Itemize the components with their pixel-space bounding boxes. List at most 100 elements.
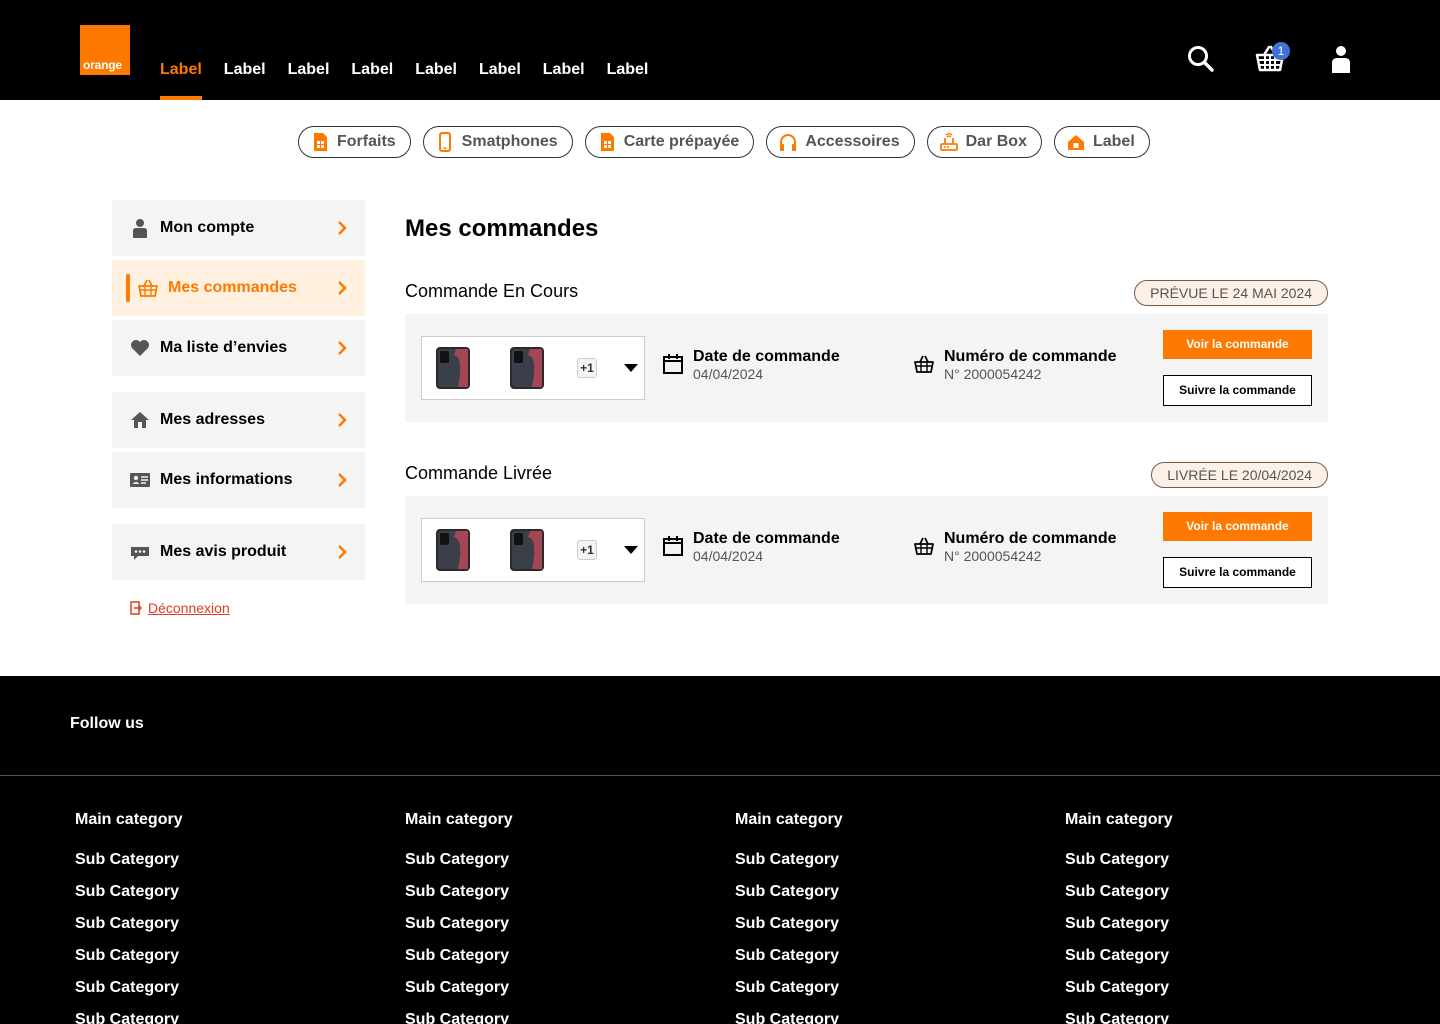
category-pill-forfaits[interactable]: Forfaits	[298, 126, 411, 158]
footer-main-category: Main category	[405, 811, 513, 828]
footer-sub-category-link[interactable]: Sub Category	[735, 1011, 843, 1024]
sidebar-item-mes-informations[interactable]: Mes informations	[112, 452, 365, 508]
user-icon[interactable]	[1326, 44, 1356, 74]
phone-image	[436, 529, 470, 571]
sidebar-item-mes-commandes[interactable]: Mes commandes	[112, 260, 365, 316]
footer-sub-category-link[interactable]: Sub Category	[405, 947, 513, 979]
category-pill-label[interactable]: Label	[1053, 126, 1150, 158]
category-pill-darbox[interactable]: Dar Box	[926, 126, 1042, 158]
sidebar-item-label: Ma liste d’envies	[160, 339, 288, 356]
footer-sub-category-link[interactable]: Sub Category	[1065, 947, 1173, 979]
logout-link[interactable]: Déconnexion	[130, 600, 230, 616]
footer-sub-category-link[interactable]: Sub Category	[1065, 1011, 1173, 1024]
footer-sub-category-link[interactable]: Sub Category	[735, 979, 843, 1011]
footer-main-category: Main category	[1065, 811, 1173, 828]
id-card-icon	[130, 473, 150, 487]
nav-item-2[interactable]: Label	[224, 0, 266, 100]
nav-item-5[interactable]: Label	[415, 0, 457, 100]
order-title: Commande En Cours	[405, 281, 579, 301]
logout-icon	[130, 601, 142, 615]
order-card: +1 Date de commande 04/04/2024 Numéro de…	[405, 314, 1328, 422]
nav-item-3[interactable]: Label	[288, 0, 330, 100]
nav-item-8[interactable]: Label	[607, 0, 649, 100]
caret-down-icon[interactable]	[624, 363, 638, 373]
order-status-badge: LIVRÉE LE 20/04/2024	[1151, 462, 1328, 488]
track-order-button[interactable]: Suivre la commande	[1163, 557, 1312, 588]
footer-sub-category-link[interactable]: Sub Category	[405, 1011, 513, 1024]
footer-sub-category-link[interactable]: Sub Category	[1065, 851, 1173, 883]
home-icon	[1067, 135, 1084, 150]
footer-sub-category-link[interactable]: Sub Category	[1065, 883, 1173, 915]
sim-card-icon	[314, 133, 327, 151]
footer-sub-category-link[interactable]: Sub Category	[735, 947, 843, 979]
sidebar-item-label: Mes commandes	[168, 279, 297, 296]
user-icon	[133, 219, 147, 238]
category-pill-label: Accessoires	[805, 133, 900, 150]
category-pill-smartphones[interactable]: Smatphones	[422, 126, 573, 158]
category-pill-accessories[interactable]: Accessoires	[766, 126, 915, 158]
footer-column: Main category Sub Category Sub Category …	[735, 811, 843, 1024]
nav-item-1[interactable]: Label	[160, 0, 202, 100]
nav-item-4[interactable]: Label	[351, 0, 393, 100]
sidebar-item-liste-envies[interactable]: Ma liste d’envies	[112, 320, 365, 376]
order-status-badge: PRÉVUE LE 24 MAI 2024	[1134, 280, 1328, 306]
nav-item-6[interactable]: Label	[479, 0, 521, 100]
order-product-thumbnails: +1	[421, 518, 645, 582]
footer-sub-category-link[interactable]: Sub Category	[735, 915, 843, 947]
logout-label: Déconnexion	[148, 600, 230, 616]
order-date-label: Date de commande	[693, 348, 840, 365]
caret-down-icon[interactable]	[624, 545, 638, 555]
footer-sub-category-link[interactable]: Sub Category	[1065, 915, 1173, 947]
follow-us-label: Follow us	[70, 715, 144, 732]
sidebar-item-label: Mes adresses	[160, 411, 265, 428]
category-pills: Forfaits Smatphones Carte prépayée Acces…	[298, 126, 1150, 158]
footer-sub-category-link[interactable]: Sub Category	[1065, 979, 1173, 1011]
footer-sub-category-link[interactable]: Sub Category	[405, 851, 513, 883]
logo-text: orange	[83, 58, 122, 72]
search-icon[interactable]	[1186, 44, 1216, 74]
site-footer: Follow us Main category Sub Category Sub…	[0, 676, 1440, 1024]
category-pill-label: Smatphones	[461, 133, 558, 150]
headphones-icon	[780, 134, 797, 151]
footer-sub-category-link[interactable]: Sub Category	[75, 883, 183, 915]
sidebar-item-mes-avis[interactable]: Mes avis produit	[112, 524, 365, 580]
footer-sub-category-link[interactable]: Sub Category	[75, 947, 183, 979]
footer-sub-category-link[interactable]: Sub Category	[75, 851, 183, 883]
phone-image	[510, 347, 544, 389]
sidebar-item-mes-adresses[interactable]: Mes adresses	[112, 392, 365, 448]
phone-image	[510, 529, 544, 571]
footer-sub-category-link[interactable]: Sub Category	[735, 883, 843, 915]
footer-main-category: Main category	[75, 811, 183, 828]
footer-sub-category-link[interactable]: Sub Category	[405, 979, 513, 1011]
footer-sub-category-link[interactable]: Sub Category	[405, 883, 513, 915]
footer-sub-category-link[interactable]: Sub Category	[75, 1011, 183, 1024]
view-order-button[interactable]: Voir la commande	[1163, 330, 1312, 359]
track-order-button[interactable]: Suivre la commande	[1163, 375, 1312, 406]
sim-card-icon	[600, 133, 614, 151]
order-date-value: 04/04/2024	[693, 366, 764, 382]
main-nav: Label Label Label Label Label Label Labe…	[160, 0, 670, 100]
footer-sub-category-link[interactable]: Sub Category	[75, 915, 183, 947]
footer-sub-category-link[interactable]: Sub Category	[405, 915, 513, 947]
chevron-right-icon	[338, 281, 347, 295]
footer-sub-category-link[interactable]: Sub Category	[75, 979, 183, 1011]
footer-sub-category-link[interactable]: Sub Category	[735, 851, 843, 883]
calendar-icon	[663, 354, 683, 374]
category-pill-prepaid[interactable]: Carte prépayée	[584, 126, 755, 158]
sidebar-item-mon-compte[interactable]: Mon compte	[112, 200, 365, 256]
chevron-right-icon	[338, 221, 347, 235]
category-pill-label: Forfaits	[337, 133, 396, 150]
chevron-right-icon	[338, 545, 347, 559]
smartphone-icon	[438, 132, 451, 152]
sidebar-item-label: Mes informations	[160, 471, 293, 488]
sidebar-item-label: Mes avis produit	[160, 543, 287, 560]
orange-logo[interactable]: orange	[80, 25, 130, 75]
order-title: Commande Livrée	[405, 463, 553, 483]
nav-item-7[interactable]: Label	[543, 0, 585, 100]
chevron-right-icon	[338, 473, 347, 487]
phone-image	[436, 347, 470, 389]
footer-column: Main category Sub Category Sub Category …	[1065, 811, 1173, 1024]
basket-icon	[914, 537, 934, 555]
page-title: Mes commandes	[405, 215, 599, 242]
view-order-button[interactable]: Voir la commande	[1163, 512, 1312, 541]
